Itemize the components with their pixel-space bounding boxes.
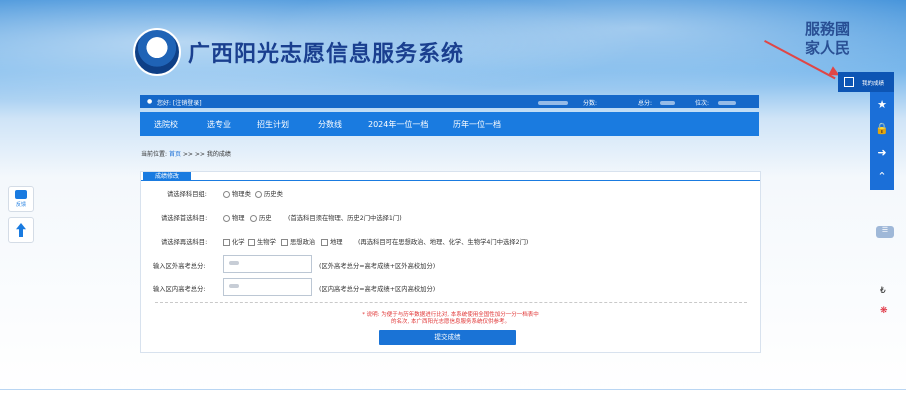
- inside-total-label: 输入区内高考总分:: [153, 286, 206, 293]
- calligraphy-slogan: 服務國家人民: [805, 20, 851, 57]
- radio-history-group[interactable]: 历史类: [255, 189, 283, 198]
- footer-line: [0, 389, 906, 390]
- site-logo: [133, 28, 181, 76]
- radio-icon[interactable]: [255, 190, 262, 198]
- breadcrumb-prefix: 当前位置:: [141, 151, 168, 158]
- outside-total-label: 输入区外高考总分:: [153, 263, 206, 270]
- greeting-text[interactable]: 您好: [注销登录]: [157, 98, 202, 107]
- tab-score-edit[interactable]: 成绩修改: [143, 172, 191, 181]
- scroll-up-icon[interactable]: ⌃: [870, 170, 894, 183]
- my-score-popup[interactable]: 我的成绩: [838, 72, 894, 92]
- form-note: * 说明: 为便于与历年数据进行比对, 本系统使用全国性加分一分一档表中 的名次…: [141, 312, 760, 326]
- inside-total-hint: (区内高考总分=高考成绩+区内高校加分): [319, 286, 436, 293]
- nav-item-2024-rank[interactable]: 2024年一位一档: [368, 119, 428, 130]
- grid-icon: [844, 77, 854, 87]
- breadcrumb-sep: >> >>: [182, 151, 205, 158]
- text-size-icon[interactable]: ₺: [880, 286, 886, 296]
- back-to-top-float[interactable]: [8, 217, 34, 243]
- rank-label: 位次:: [695, 100, 710, 107]
- masked-input-value: [229, 284, 239, 288]
- outside-total-input[interactable]: [223, 255, 312, 273]
- radio-icon[interactable]: [223, 190, 230, 198]
- score-label: 分数:: [583, 100, 598, 107]
- checkbox-politics[interactable]: 思想政治: [281, 237, 315, 246]
- checkbox-icon[interactable]: [248, 238, 255, 246]
- user-icon: ●: [147, 98, 153, 105]
- breadcrumb: 当前位置: 首页 >> >> 我的成绩: [141, 149, 231, 158]
- checkbox-icon[interactable]: [223, 238, 230, 246]
- secondary-hint: (再选科目可在思想政治、地理、化学、生物学4门中选择2门): [358, 239, 529, 246]
- accessibility-icon[interactable]: ❋: [880, 306, 888, 316]
- secondary-subject-label: 请选择再选科目:: [161, 239, 208, 246]
- lock-icon[interactable]: 🔒: [870, 122, 894, 135]
- up-arrow-icon: [16, 223, 26, 237]
- subject-group-label: 请选择科目组:: [167, 191, 207, 198]
- nav-item-scorelines[interactable]: 分数线: [318, 119, 342, 130]
- breadcrumb-current: 我的成绩: [206, 151, 231, 158]
- logout-icon[interactable]: ➜: [870, 146, 894, 159]
- note-line-1: * 说明: 为便于与历年数据进行比对, 本系统使用全国性加分一分一档表中: [362, 312, 539, 318]
- checkbox-chemistry[interactable]: 化学: [223, 237, 245, 246]
- feedback-float[interactable]: 反馈: [8, 186, 34, 212]
- checkbox-icon[interactable]: [321, 238, 328, 246]
- note-line-2: 的名次, 本广西阳光志愿信息服务系统仅供参考。: [391, 319, 510, 325]
- form-divider: [155, 302, 747, 303]
- my-score-label: 我的成绩: [862, 81, 885, 87]
- user-info-bar: ● 您好: [注销登录] 分数: 总分: 位次:: [140, 95, 759, 108]
- total-label: 总分:: [638, 100, 653, 107]
- primary-subject-label: 请选择首选科目:: [161, 215, 208, 222]
- checkbox-geography[interactable]: 地理: [321, 237, 343, 246]
- masked-input-value: [229, 261, 239, 265]
- checkbox-icon[interactable]: [281, 238, 288, 246]
- tab-underline: [141, 180, 760, 181]
- main-nav: 选院校 选专业 招生计划 分数线 2024年一位一档 历年一位一档: [140, 112, 759, 136]
- translate-float-icon[interactable]: ☰: [876, 226, 894, 238]
- radio-history[interactable]: 历史: [250, 213, 272, 222]
- radio-physics-group[interactable]: 物理类: [223, 189, 251, 198]
- primary-hint: (首选科目须在物理、历史2门中选择1门): [288, 215, 402, 222]
- nav-item-majors[interactable]: 选专业: [207, 119, 231, 130]
- nav-item-history-rank[interactable]: 历年一位一档: [453, 119, 501, 130]
- outside-total-hint: (区外高考总分=高考成绩+区外高校加分): [319, 263, 436, 270]
- chat-icon: [15, 190, 27, 199]
- inside-total-input[interactable]: [223, 278, 312, 296]
- site-title: 广西阳光志愿信息服务系统: [188, 42, 465, 67]
- checkbox-biology[interactable]: 生物学: [248, 237, 276, 246]
- radio-icon[interactable]: [223, 214, 230, 222]
- radio-physics[interactable]: 物理: [223, 213, 245, 222]
- radio-icon[interactable]: [250, 214, 257, 222]
- nav-item-schools[interactable]: 选院校: [154, 119, 178, 130]
- score-form-panel: 成绩修改 请选择科目组: 物理类 历史类 请选择首选科目: 物理 历史 (首选科…: [140, 171, 761, 353]
- star-icon[interactable]: ★: [870, 98, 894, 111]
- feedback-label: 反馈: [15, 202, 26, 208]
- nav-item-plans[interactable]: 招生计划: [257, 119, 289, 130]
- breadcrumb-home[interactable]: 首页: [169, 151, 181, 158]
- submit-score-button[interactable]: 提交成绩: [379, 330, 516, 345]
